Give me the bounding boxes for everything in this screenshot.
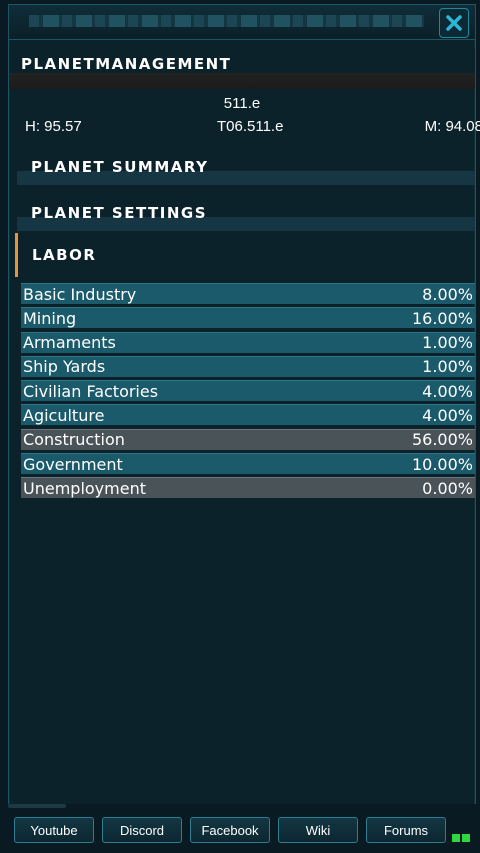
section-planet-summary-label: PLANET SUMMARY: [31, 158, 209, 176]
labor-row-civilian-factories[interactable]: Civilian Factories 4.00%: [21, 380, 475, 402]
labor-value: 4.00%: [422, 405, 473, 425]
labor-value: 1.00%: [422, 333, 473, 353]
labor-row-government[interactable]: Government 10.00%: [21, 453, 475, 475]
labor-name: Construction: [23, 430, 125, 450]
signal-bar: [462, 834, 470, 842]
scroll-handle[interactable]: [8, 804, 66, 808]
labor-row-agiculture[interactable]: Agiculture 4.00%: [21, 404, 475, 426]
wiki-button[interactable]: Wiki: [278, 817, 358, 843]
close-button[interactable]: [439, 8, 469, 38]
labor-name: Mining: [23, 308, 77, 328]
mass-value: M: 94.08: [424, 118, 480, 135]
labor-value: 16.00%: [411, 308, 473, 328]
footer-bar: Youtube Discord Facebook Wiki Forums: [0, 804, 480, 853]
habitability-value: H: 95.57: [25, 118, 82, 135]
labor-row-construction[interactable]: Construction 56.00%: [21, 428, 475, 450]
section-planet-settings[interactable]: PLANET SETTINGS: [17, 195, 475, 231]
labor-name: Agiculture: [23, 405, 105, 425]
labor-value: 4.00%: [422, 381, 473, 401]
close-icon: [446, 15, 462, 31]
section-labor[interactable]: LABOR: [15, 233, 475, 277]
window-top-bar: [9, 5, 475, 40]
labor-value: 56.00%: [411, 430, 473, 450]
labor-row-armaments[interactable]: Armaments 1.00%: [21, 331, 475, 353]
signal-icon: [452, 834, 470, 842]
top-bar-decoration: [29, 15, 424, 27]
facebook-button[interactable]: Facebook: [190, 817, 270, 843]
labor-value: 1.00%: [422, 357, 473, 377]
signal-bar: [452, 834, 460, 842]
labor-row-mining[interactable]: Mining 16.00%: [21, 307, 475, 329]
labor-name: Unemployment: [23, 478, 146, 498]
window-title: PLANETMANAGEMENT: [21, 55, 232, 73]
labor-row-ship-yards[interactable]: Ship Yards 1.00%: [21, 355, 475, 377]
labor-value: 0.00%: [422, 478, 473, 498]
planet-tag: T06.511.e: [217, 118, 284, 135]
youtube-button[interactable]: Youtube: [14, 817, 94, 843]
planet-id: 511.e: [223, 95, 261, 112]
section-planet-settings-label: PLANET SETTINGS: [31, 204, 208, 222]
labor-value: 10.00%: [411, 454, 473, 474]
labor-name: Armaments: [23, 333, 116, 353]
section-labor-label: LABOR: [32, 246, 97, 264]
labor-row-basic-industry[interactable]: Basic Industry 8.00%: [21, 283, 475, 304]
labor-name: Government: [23, 454, 123, 474]
labor-name: Ship Yards: [23, 357, 106, 377]
discord-button[interactable]: Discord: [102, 817, 182, 843]
forums-button[interactable]: Forums: [366, 817, 446, 843]
section-planet-summary[interactable]: PLANET SUMMARY: [17, 149, 475, 185]
labor-row-unemployment[interactable]: Unemployment 0.00%: [21, 477, 475, 499]
planet-management-window: PLANETMANAGEMENT 511.e H: 95.57 T06.511.…: [8, 4, 480, 806]
labor-list: Basic Industry 8.00% Mining 16.00% Armam…: [21, 283, 475, 502]
labor-value: 8.00%: [422, 284, 473, 304]
labor-name: Civilian Factories: [23, 381, 159, 401]
labor-name: Basic Industry: [23, 284, 137, 304]
